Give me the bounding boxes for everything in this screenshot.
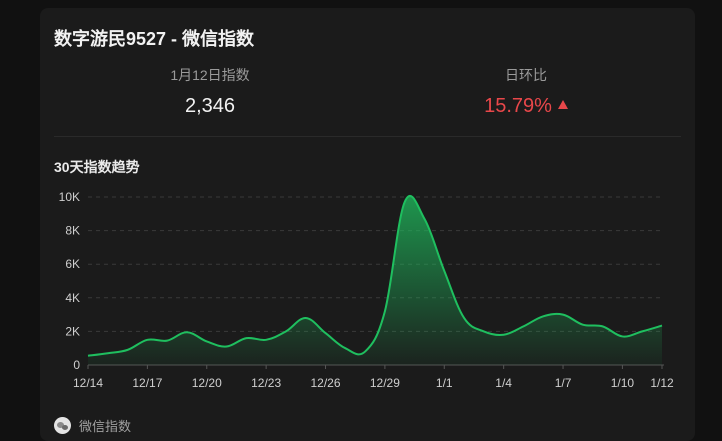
y-tick-label: 8K	[65, 224, 80, 238]
x-tick-label: 12/26	[311, 376, 341, 390]
wechat-icon	[54, 417, 71, 434]
data-point[interactable]	[660, 324, 664, 328]
x-tick-label: 1/10	[611, 376, 635, 390]
wechat-index-card: 数字游民9527 - 微信指数 1月12日指数 2,346 日环比 15.79%…	[40, 8, 695, 441]
data-point[interactable]	[363, 350, 367, 354]
data-point[interactable]	[581, 323, 585, 327]
data-point[interactable]	[185, 330, 189, 334]
x-tick-label: 12/17	[132, 376, 162, 390]
data-point[interactable]	[403, 200, 407, 204]
data-point[interactable]	[640, 329, 644, 333]
data-point[interactable]	[145, 338, 149, 342]
data-point[interactable]	[244, 336, 248, 340]
y-tick-label: 0	[73, 358, 80, 372]
data-point[interactable]	[482, 329, 486, 333]
source-footer[interactable]: 微信指数	[54, 416, 131, 435]
y-tick-label: 10K	[59, 190, 80, 204]
data-point[interactable]	[126, 348, 130, 352]
data-point[interactable]	[541, 314, 545, 318]
data-point[interactable]	[462, 316, 466, 320]
data-point[interactable]	[86, 354, 90, 358]
data-point[interactable]	[264, 338, 268, 342]
trend-chart: 0 2K 4K 6K 8K 10K 12/14 12/17 12/20 12/23 12/26 12/…	[59, 190, 674, 390]
x-tick-label: 12/20	[192, 376, 222, 390]
x-tick-label: 1/7	[555, 376, 572, 390]
data-point[interactable]	[106, 351, 110, 355]
data-point[interactable]	[601, 324, 605, 328]
data-point[interactable]	[165, 339, 169, 343]
source-label: 微信指数	[79, 419, 132, 434]
data-point[interactable]	[205, 339, 209, 343]
x-tick-label: 1/1	[436, 376, 453, 390]
y-tick-label: 4K	[65, 291, 80, 305]
data-point[interactable]	[383, 309, 387, 313]
data-point[interactable]	[502, 333, 506, 337]
x-tick-label: 1/12	[650, 376, 674, 390]
data-point[interactable]	[225, 345, 229, 349]
x-tick-label: 12/23	[251, 376, 281, 390]
x-tick-label: 1/4	[495, 376, 512, 390]
data-point[interactable]	[422, 217, 426, 221]
data-point[interactable]	[324, 331, 328, 335]
data-point[interactable]	[304, 316, 308, 320]
y-tick-label: 6K	[65, 257, 80, 271]
data-point[interactable]	[442, 269, 446, 273]
data-point[interactable]	[561, 313, 565, 317]
y-tick-label: 2K	[65, 324, 80, 338]
data-point[interactable]	[620, 334, 624, 338]
data-point[interactable]	[343, 346, 347, 350]
data-point[interactable]	[521, 324, 525, 328]
x-tick-label: 12/14	[73, 376, 103, 390]
data-point[interactable]	[284, 329, 288, 333]
x-tick-label: 12/29	[370, 376, 400, 390]
